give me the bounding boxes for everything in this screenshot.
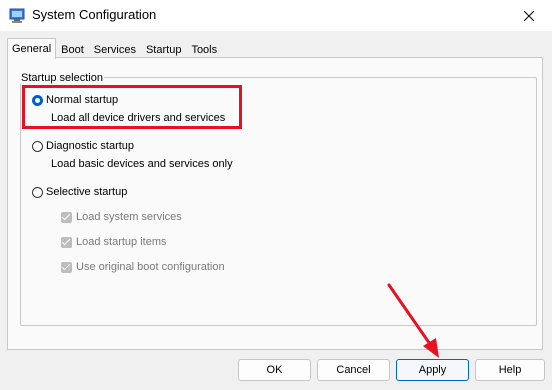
selective-startup-radio[interactable]: Selective startup bbox=[32, 186, 127, 198]
highlight-box bbox=[22, 85, 242, 129]
load-system-services-checkbox: Load system services bbox=[61, 211, 182, 223]
checkbox-checked-icon bbox=[61, 211, 72, 223]
radio-unchecked-icon bbox=[32, 140, 43, 152]
apply-button[interactable]: Apply bbox=[396, 359, 469, 381]
checkbox-checked-icon bbox=[61, 236, 72, 248]
title-bar: System Configuration bbox=[0, 0, 552, 31]
tab-general[interactable]: General bbox=[7, 38, 57, 59]
help-button[interactable]: Help bbox=[475, 359, 545, 381]
load-startup-items-label: Load startup items bbox=[76, 236, 167, 248]
use-original-boot-config-checkbox: Use original boot configuration bbox=[61, 261, 225, 273]
load-system-services-label: Load system services bbox=[76, 211, 182, 223]
startup-selection-label: Startup selection bbox=[20, 72, 104, 84]
close-button[interactable] bbox=[506, 0, 552, 31]
selective-startup-label: Selective startup bbox=[46, 186, 128, 198]
diagnostic-startup-radio[interactable]: Diagnostic startup bbox=[32, 140, 134, 152]
load-startup-items-checkbox: Load startup items bbox=[61, 236, 167, 248]
use-original-boot-config-label: Use original boot configuration bbox=[76, 261, 225, 273]
checkbox-checked-icon bbox=[61, 261, 72, 273]
window-title: System Configuration bbox=[32, 7, 157, 22]
tab-bar: General Boot Services Startup Tools bbox=[7, 38, 222, 59]
ok-button[interactable]: OK bbox=[238, 359, 311, 381]
radio-unchecked-icon bbox=[32, 186, 43, 198]
diagnostic-startup-desc: Load basic devices and services only bbox=[51, 158, 233, 170]
system-config-app-icon bbox=[9, 8, 25, 23]
close-icon bbox=[524, 10, 534, 21]
cancel-button[interactable]: Cancel bbox=[317, 359, 390, 381]
diagnostic-startup-label: Diagnostic startup bbox=[46, 140, 135, 152]
